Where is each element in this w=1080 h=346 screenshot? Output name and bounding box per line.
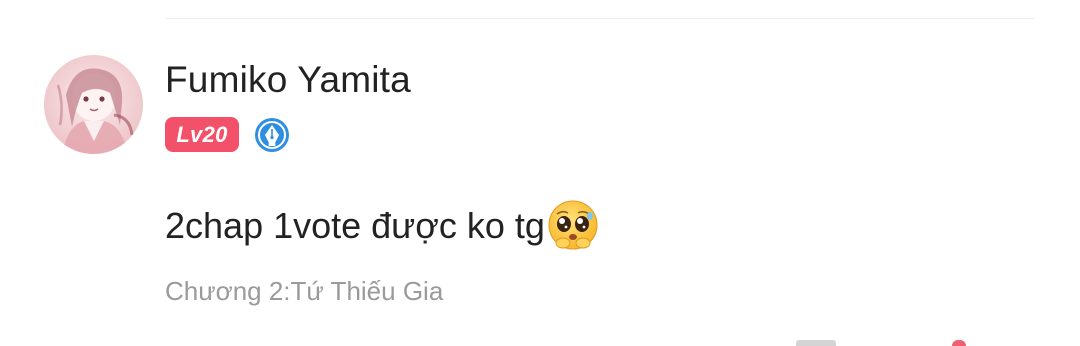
comment-author[interactable]: Fumiko Yamita [165, 58, 411, 102]
writer-pen-badge-icon [254, 117, 290, 153]
comment-card: Fumiko Yamita Lv20 2chap 1vote được ko t… [0, 0, 1080, 346]
avatar[interactable] [44, 55, 143, 154]
comment-body: 2chap 1vote được ko tg [165, 198, 600, 254]
like-icon[interactable] [952, 340, 966, 346]
divider [165, 18, 1035, 19]
chapter-link[interactable]: Chương 2:Tứ Thiếu Gia [165, 274, 443, 308]
reply-icon[interactable] [796, 340, 836, 346]
comment-text: 2chap 1vote được ko tg [165, 205, 545, 246]
level-badge: Lv20 [165, 117, 239, 152]
pleading-face-emoji-icon [546, 199, 600, 253]
